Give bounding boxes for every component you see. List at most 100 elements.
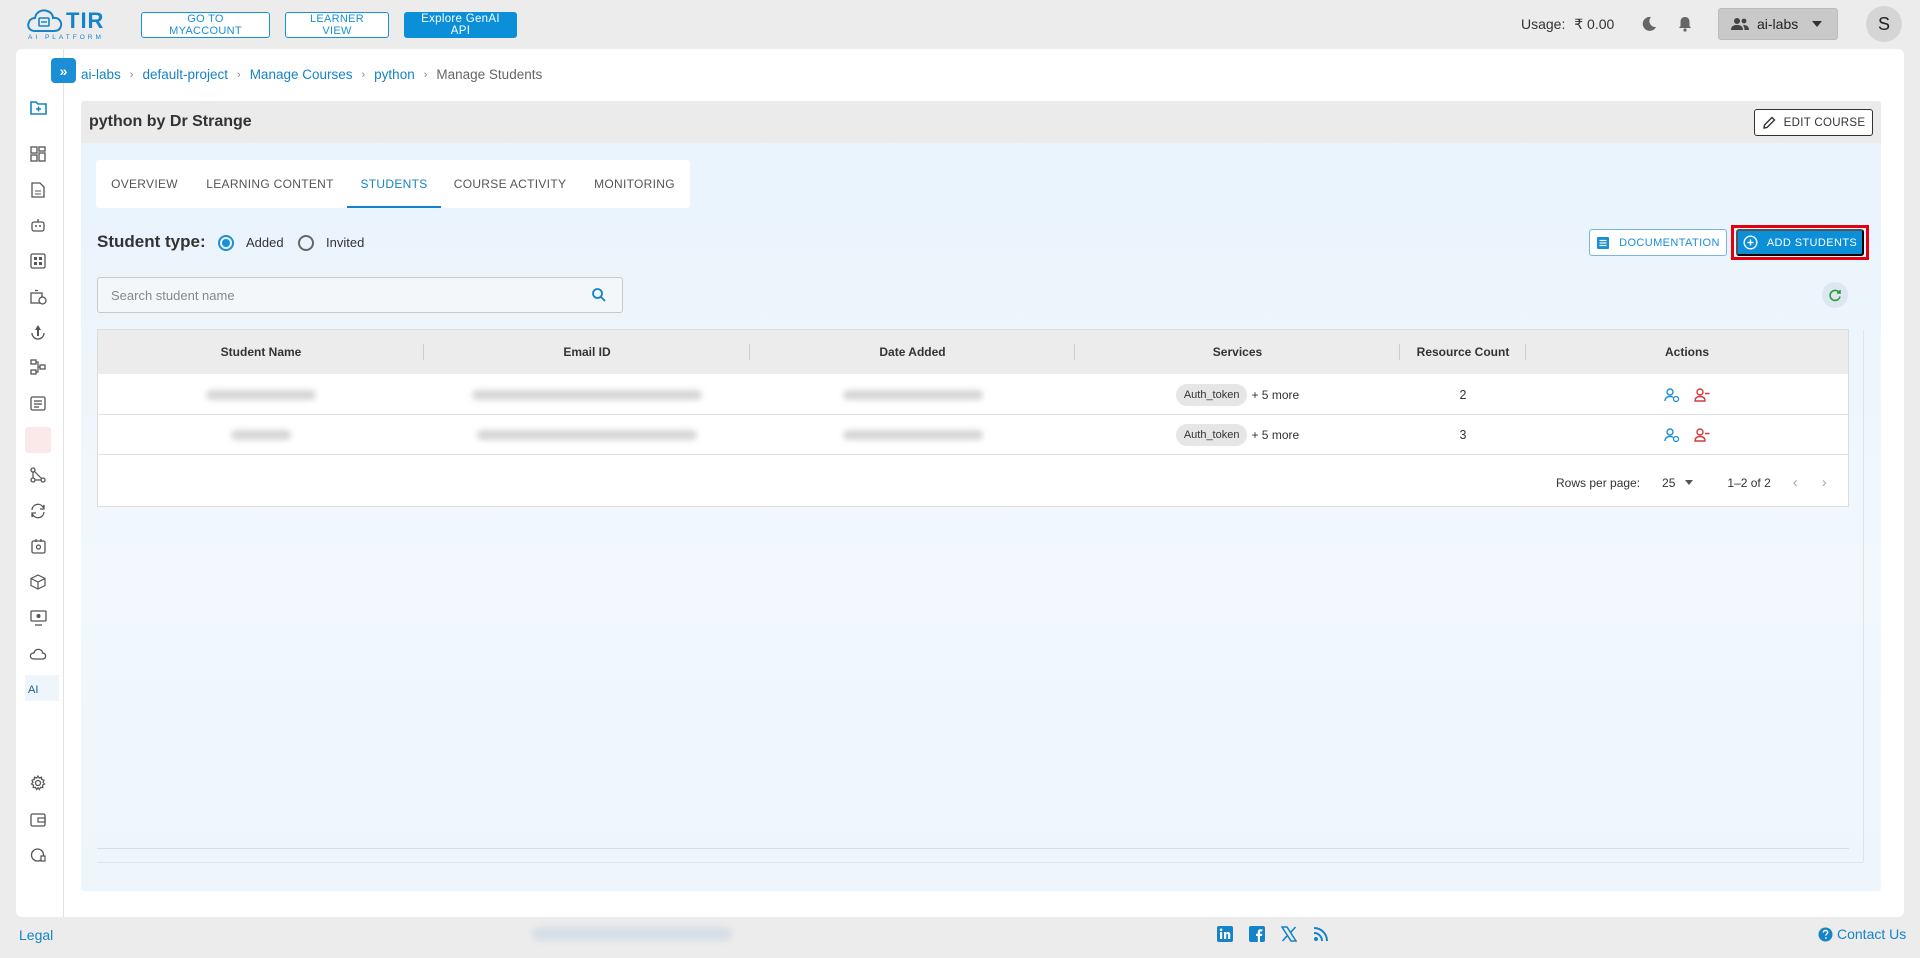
notification-bell-icon[interactable] [1676,15,1694,33]
dark-mode-moon-icon[interactable] [1640,15,1658,33]
edit-course-label: EDIT COURSE [1783,116,1866,129]
actions-cell [1526,375,1848,415]
dashboard-icon[interactable] [29,145,47,163]
column-header-date-added[interactable]: Date Added [750,330,1075,374]
manage-student-icon[interactable] [1664,427,1680,443]
facebook-icon[interactable] [1249,926,1265,942]
redacted-footer-text [532,927,732,941]
tab-students[interactable]: STUDENTS [347,160,441,208]
rss-icon[interactable] [1313,926,1329,942]
tab-learning-content[interactable]: LEARNING CONTENT [193,160,347,208]
ai-menu-label[interactable]: AI [28,684,38,696]
chevron-down-icon[interactable] [1685,480,1694,485]
previous-page-icon[interactable]: ‹ [1793,474,1798,491]
services-more[interactable]: + 5 more [1251,388,1299,402]
radio-added-label[interactable]: Added [246,235,284,250]
deploy-icon[interactable] [29,323,47,341]
radio-added[interactable] [218,235,234,251]
org-selector[interactable]: ai-labs [1718,8,1838,40]
tab-course-activity[interactable]: COURSE ACTIVITY [441,160,579,208]
usage-display: Usage: ₹ 0.00 [1521,16,1614,33]
sidebar-expand-toggle[interactable]: » [51,58,76,83]
table-header: Student Name Email ID Date Added Service… [98,330,1848,374]
breadcrumb-manage-courses[interactable]: Manage Courses [250,67,353,82]
document-icon[interactable] [29,181,47,199]
column-header-email-id[interactable]: Email ID [424,330,750,374]
highlighted-menu-icon[interactable] [25,427,51,453]
redacted-email [472,390,702,400]
breadcrumb-ai-labs[interactable]: ai-labs [81,67,121,82]
divider [1863,330,1864,862]
learner-view-button[interactable]: LEARNER VIEW [285,12,389,38]
manage-student-icon[interactable] [1664,387,1680,403]
services-more[interactable]: + 5 more [1251,428,1299,442]
table-row[interactable]: Auth_token + 5 more 3 [98,415,1848,455]
breadcrumb-separator: › [129,68,134,81]
next-page-icon[interactable]: › [1822,474,1827,491]
remove-student-icon[interactable] [1694,387,1710,403]
graph-nodes-icon[interactable] [29,466,47,484]
cloud-logo-icon [27,9,63,32]
go-to-myaccount-button[interactable]: GO TO MYACCOUNT [141,12,270,38]
contact-us-label: Contact Us [1837,926,1907,942]
column-header-student-name[interactable]: Student Name [98,330,424,374]
registry-icon[interactable] [29,394,47,412]
tab-monitoring[interactable]: MONITORING [579,160,690,208]
add-students-button[interactable]: ADD STUDENTS [1736,229,1864,256]
cloud-icon[interactable] [29,645,47,663]
x-twitter-icon[interactable] [1281,926,1297,942]
redacted-date [842,390,983,400]
breadcrumb-default-project[interactable]: default-project [142,67,228,82]
radio-invited-label[interactable]: Invited [326,235,364,250]
settings-gear-icon[interactable] [29,774,47,792]
student-search-input[interactable] [111,287,571,303]
breadcrumb-python[interactable]: python [374,67,415,82]
tir-logo[interactable]: TIR AI PLATFORM [26,7,118,43]
refresh-button[interactable] [1822,282,1848,308]
pencil-icon [1762,116,1776,129]
column-header-actions: Actions [1664,345,1709,359]
search-icon[interactable] [591,287,607,303]
redacted-student-name [206,390,316,400]
folder-add-icon[interactable] [29,98,47,116]
breadcrumb-current: Manage Students [436,67,543,82]
legal-link[interactable]: Legal [19,927,53,943]
robot-icon[interactable] [29,216,47,234]
service-chip: Auth_token [1175,384,1248,406]
explore-genai-api-button[interactable]: Explore GenAI API [404,12,517,38]
column-header-resource-count[interactable]: Resource Count [1400,330,1526,374]
apps-grid-icon[interactable] [29,252,47,270]
breadcrumb-separator: › [423,68,428,81]
scheduled-jobs-icon[interactable] [29,288,47,306]
user-avatar[interactable]: S [1866,6,1902,42]
resource-count-cell: 2 [1459,388,1467,402]
documentation-button[interactable]: DOCUMENTATION [1589,229,1727,256]
breadcrumb: ai-labs › default-project › Manage Cours… [81,67,542,82]
monitor-user-icon[interactable] [29,609,47,627]
add-students-label: ADD STUDENTS [1766,236,1858,249]
pipeline-icon[interactable] [29,358,47,376]
rows-per-page-select[interactable]: 25 [1662,476,1675,490]
breadcrumb-separator: › [237,68,241,81]
linkedin-icon[interactable] [1217,926,1233,942]
student-name-cell [98,415,424,455]
container-icon[interactable] [29,537,47,555]
security-icon[interactable] [29,846,47,864]
table-row[interactable]: Auth_token + 5 more 2 [98,375,1848,415]
edit-course-button[interactable]: EDIT COURSE [1754,109,1873,136]
date-added-cell [750,415,1075,455]
radio-invited[interactable] [298,235,314,251]
sync-icon[interactable] [29,502,47,520]
actions-cell [1526,415,1848,455]
contact-us-link[interactable]: Contact Us [1818,926,1906,942]
logo-text: TIR [66,8,105,33]
remove-student-icon[interactable] [1694,427,1710,443]
cube-icon[interactable] [29,573,47,591]
redacted-email [477,430,697,440]
wallet-icon[interactable] [29,810,47,828]
usage-label: Usage: [1521,16,1566,32]
tab-overview[interactable]: OVERVIEW [96,160,193,208]
usage-value: ₹ 0.00 [1574,16,1615,32]
email-cell [424,375,750,415]
column-header-services[interactable]: Services [1075,330,1400,374]
